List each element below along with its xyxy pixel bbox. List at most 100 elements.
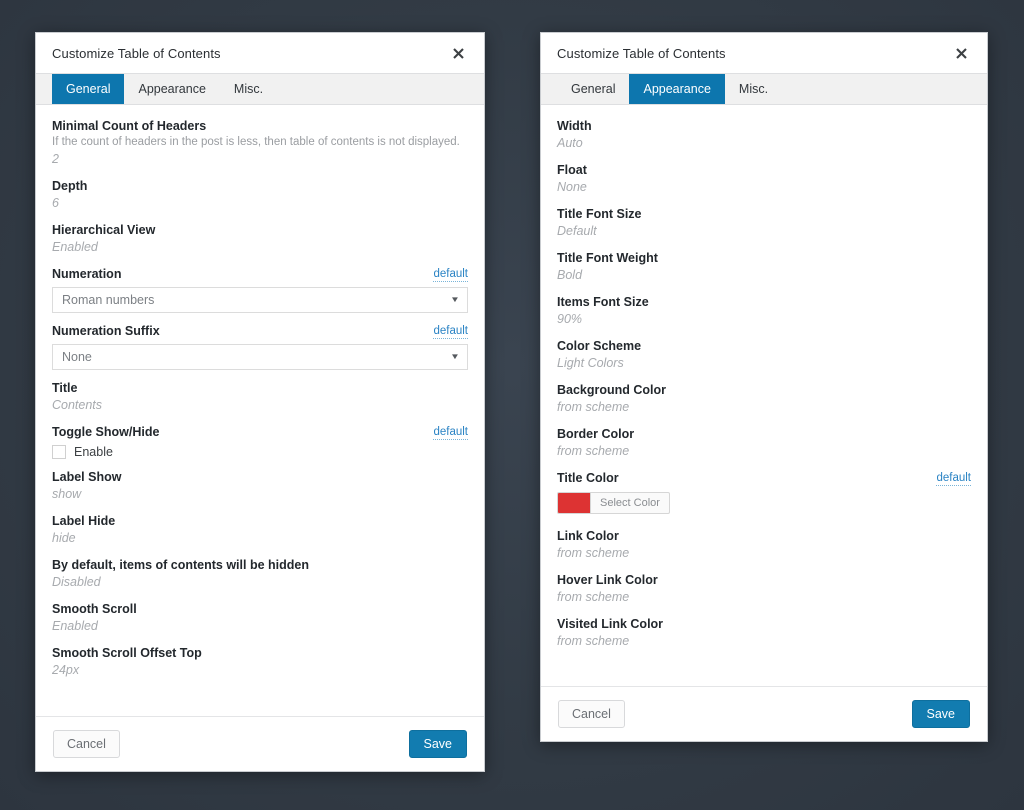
save-button[interactable]: Save [912, 700, 971, 728]
field-value: 90% [557, 311, 971, 328]
field-value: 2 [52, 151, 468, 168]
field-label: By default, items of contents will be hi… [52, 558, 468, 573]
field-value: None [557, 179, 971, 196]
field-value: Enabled [52, 239, 468, 256]
reset-to-default-link[interactable]: default [433, 324, 468, 339]
select-value: None [62, 350, 451, 364]
field-title: Title Contents [52, 381, 468, 414]
field-label: Float [557, 163, 971, 178]
enable-checkbox[interactable] [52, 445, 66, 459]
field-border-color: Border Color from scheme [557, 427, 971, 460]
dialog-body: Minimal Count of Headers If the count of… [36, 105, 484, 716]
field-value: from scheme [557, 633, 971, 650]
customize-toc-dialog-appearance: Customize Table of Contents General Appe… [540, 32, 988, 742]
field-minimal-count-of-headers: Minimal Count of Headers If the count of… [52, 119, 468, 168]
field-background-color: Background Color from scheme [557, 383, 971, 416]
field-label: Background Color [557, 383, 971, 398]
field-items-hidden-by-default: By default, items of contents will be hi… [52, 558, 468, 591]
field-label: Title Font Weight [557, 251, 971, 266]
field-value: 6 [52, 195, 468, 212]
field-label: Hierarchical View [52, 223, 468, 238]
tab-appearance[interactable]: Appearance [124, 74, 219, 104]
field-visited-link-color: Visited Link Color from scheme [557, 617, 971, 650]
field-value: Contents [52, 397, 468, 414]
tab-misc[interactable]: Misc. [220, 74, 277, 104]
field-value: show [52, 486, 468, 503]
save-button[interactable]: Save [409, 730, 468, 758]
color-swatch[interactable] [558, 493, 591, 513]
field-label: Smooth Scroll [52, 602, 468, 617]
dialog-header: Customize Table of Contents [541, 33, 987, 74]
chevron-down-icon: ▼ [450, 296, 460, 304]
close-icon[interactable] [949, 41, 973, 65]
cancel-button[interactable]: Cancel [558, 700, 625, 728]
field-hierarchical-view: Hierarchical View Enabled [52, 223, 468, 256]
tab-misc[interactable]: Misc. [725, 74, 782, 104]
field-hover-link-color: Hover Link Color from scheme [557, 573, 971, 606]
field-label: Title Color [557, 471, 619, 486]
select-color-label: Select Color [591, 493, 669, 513]
field-value: Light Colors [557, 355, 971, 372]
field-label: Toggle Show/Hide [52, 425, 159, 440]
field-title-font-weight: Title Font Weight Bold [557, 251, 971, 284]
select-value: Roman numbers [62, 293, 451, 307]
field-value: from scheme [557, 399, 971, 416]
field-description: If the count of headers in the post is l… [52, 135, 468, 150]
field-value: from scheme [557, 589, 971, 606]
field-value: Bold [557, 267, 971, 284]
field-depth: Depth 6 [52, 179, 468, 212]
field-items-font-size: Items Font Size 90% [557, 295, 971, 328]
field-value: Default [557, 223, 971, 240]
tab-general[interactable]: General [52, 74, 124, 104]
numeration-select[interactable]: Roman numbers ▼ [52, 287, 468, 313]
field-label-show: Label Show show [52, 470, 468, 503]
tabbar: General Appearance Misc. [541, 74, 987, 105]
field-label: Border Color [557, 427, 971, 442]
tab-appearance[interactable]: Appearance [629, 74, 724, 104]
field-label: Label Hide [52, 514, 468, 529]
field-label: Numeration [52, 267, 121, 282]
field-color-scheme: Color Scheme Light Colors [557, 339, 971, 372]
field-width: Width Auto [557, 119, 971, 152]
close-icon[interactable] [446, 41, 470, 65]
reset-to-default-link[interactable]: default [433, 425, 468, 440]
field-value: Disabled [52, 574, 468, 591]
field-label: Smooth Scroll Offset Top [52, 646, 468, 661]
field-label: Color Scheme [557, 339, 971, 354]
field-value: from scheme [557, 443, 971, 460]
field-smooth-scroll-offset-top: Smooth Scroll Offset Top 24px [52, 646, 468, 679]
field-title-font-size: Title Font Size Default [557, 207, 971, 240]
field-label: Title [52, 381, 468, 396]
field-label: Depth [52, 179, 468, 194]
field-value: 24px [52, 662, 468, 679]
reset-to-default-link[interactable]: default [936, 471, 971, 486]
field-value: from scheme [557, 545, 971, 562]
dialog-title: Customize Table of Contents [557, 46, 949, 61]
cancel-button[interactable]: Cancel [53, 730, 120, 758]
dialog-header: Customize Table of Contents [36, 33, 484, 74]
field-label: Numeration Suffix [52, 324, 160, 339]
field-value: Auto [557, 135, 971, 152]
field-numeration-suffix: Numeration Suffix default None ▼ [52, 324, 468, 370]
dialog-footer: Cancel Save [541, 686, 987, 741]
chevron-down-icon: ▼ [450, 353, 460, 361]
numeration-suffix-select[interactable]: None ▼ [52, 344, 468, 370]
field-label: Link Color [557, 529, 971, 544]
tab-general[interactable]: General [557, 74, 629, 104]
reset-to-default-link[interactable]: default [433, 267, 468, 282]
field-value: hide [52, 530, 468, 547]
field-label: Title Font Size [557, 207, 971, 222]
tabbar: General Appearance Misc. [36, 74, 484, 105]
customize-toc-dialog-general: Customize Table of Contents General Appe… [35, 32, 485, 772]
field-float: Float None [557, 163, 971, 196]
title-color-picker[interactable]: Select Color [557, 492, 670, 514]
field-smooth-scroll: Smooth Scroll Enabled [52, 602, 468, 635]
dialog-footer: Cancel Save [36, 716, 484, 771]
field-label: Width [557, 119, 971, 134]
field-label: Minimal Count of Headers [52, 119, 206, 134]
field-toggle-show-hide: Toggle Show/Hide default Enable [52, 425, 468, 459]
enable-checkbox-row[interactable]: Enable [52, 445, 468, 459]
field-value: Enabled [52, 618, 468, 635]
enable-checkbox-label: Enable [74, 445, 113, 459]
field-label-hide: Label Hide hide [52, 514, 468, 547]
